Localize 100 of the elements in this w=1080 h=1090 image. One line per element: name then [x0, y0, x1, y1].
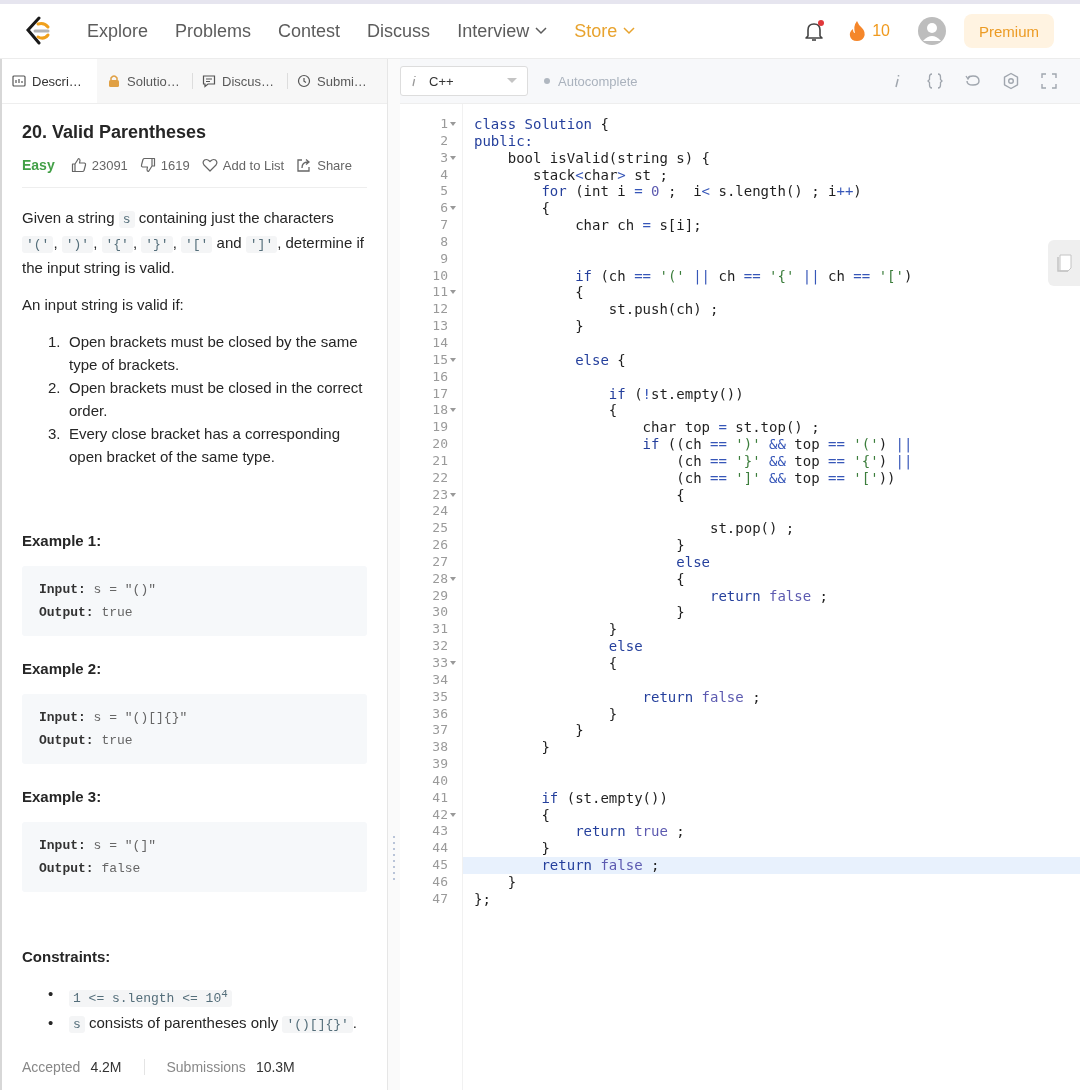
fold-caret-icon[interactable] — [450, 408, 456, 414]
line-number: 34 — [432, 671, 448, 689]
bullet: • — [48, 984, 55, 1004]
code-line: for (int i = 0 ; i< s.length() ; i++) — [540, 183, 863, 201]
list-number: 2. — [48, 378, 62, 398]
example-line: Input: s = "()[]{}" — [39, 709, 189, 727]
code-line: st.push(ch) ; — [607, 301, 720, 319]
line-number: 12 — [432, 301, 448, 319]
line-number: 11 — [432, 284, 448, 302]
line-number: 42 — [432, 806, 448, 824]
lock-icon — [107, 74, 121, 88]
line-number: 24 — [432, 503, 448, 521]
panel-tab[interactable]: Descri… — [2, 59, 97, 103]
code-line: { — [574, 284, 585, 302]
nav-link[interactable]: Interview — [457, 20, 548, 42]
nav-link[interactable]: Problems — [175, 20, 252, 42]
stat-value: 4.2M — [90, 1059, 122, 1076]
fold-caret-icon[interactable] — [450, 576, 456, 582]
share-icon — [296, 157, 313, 173]
line-number: 23 — [432, 486, 448, 504]
line-number: 4 — [440, 166, 448, 184]
fullscreen-icon[interactable] — [1040, 72, 1058, 90]
logo-icon[interactable] — [24, 16, 52, 46]
code-line: if (st.empty()) — [540, 789, 669, 807]
braces-icon[interactable] — [926, 72, 944, 90]
fold-caret-icon[interactable] — [450, 492, 456, 498]
fold-caret-icon[interactable] — [450, 122, 456, 127]
code-line: } — [607, 621, 619, 639]
resize-handle[interactable] — [392, 834, 396, 882]
example-title: Example 3: — [22, 788, 103, 805]
line-number: 46 — [432, 873, 448, 891]
language-select[interactable]: C++ — [400, 66, 528, 96]
example-line: Output: false — [39, 860, 142, 878]
side-panel-tab[interactable] — [1048, 240, 1080, 286]
nav-link[interactable]: Discuss — [367, 20, 431, 42]
line-number: 9 — [440, 250, 448, 268]
code-line: if (ch == '(' || ch == '{' || ch == '[') — [574, 267, 914, 285]
line-number: 19 — [432, 419, 448, 437]
avatar-icon[interactable] — [918, 17, 946, 45]
bullet: • — [48, 1013, 55, 1034]
example-title: Example 2: — [22, 660, 103, 677]
problem-title: 20. Valid Parentheses — [22, 122, 208, 143]
line-number: 13 — [432, 318, 448, 335]
stat-label: Accepted — [22, 1059, 81, 1076]
code-line: { — [607, 402, 619, 420]
line-number: 1 — [440, 116, 448, 133]
line-number: 16 — [432, 368, 448, 386]
chart-icon — [12, 74, 26, 88]
line-number: 31 — [432, 621, 448, 639]
fold-caret-icon[interactable] — [450, 290, 456, 296]
thumbs-up-icon — [70, 157, 87, 173]
italic-i-icon — [411, 75, 417, 87]
panel-tab[interactable]: Solutio… — [97, 59, 192, 103]
line-number: 10 — [432, 267, 448, 285]
panel-tab[interactable]: Submi… — [287, 59, 382, 103]
line-number: 39 — [432, 756, 448, 773]
add-to-list-button[interactable]: Add to List — [201, 157, 285, 173]
line-number: 45 — [432, 857, 448, 874]
line-number: 41 — [432, 789, 448, 807]
line-number: 20 — [432, 436, 448, 453]
fold-caret-icon[interactable] — [450, 661, 456, 666]
example-line: Input: s = "(]" — [39, 837, 158, 855]
fold-caret-icon[interactable] — [450, 155, 456, 161]
code-line: char top = st.top() ; — [641, 419, 821, 437]
nav-link[interactable]: Explore — [87, 20, 149, 42]
share-button[interactable]: Share — [296, 157, 352, 173]
fold-caret-icon[interactable] — [450, 357, 456, 363]
line-number: 33 — [432, 655, 448, 672]
rule-text: Every close bracket has a corresponding open bracket of the same type. — [69, 424, 341, 467]
rule-text: Open brackets must be closed in the correct order. — [69, 378, 364, 421]
code-line: return false ; — [641, 688, 762, 706]
settings-icon[interactable] — [1002, 72, 1020, 90]
code-line: } — [607, 705, 619, 723]
dislike-button[interactable]: 1619 — [139, 157, 190, 173]
dropdown-triangle-icon — [507, 78, 517, 84]
line-number: 18 — [432, 402, 448, 420]
line-number: 14 — [432, 334, 448, 352]
line-number: 15 — [432, 351, 448, 369]
fold-caret-icon[interactable] — [450, 206, 456, 212]
code-line: { — [675, 486, 686, 504]
code-line: if ((ch == ')' && top == '(') || — [641, 436, 914, 453]
clock-icon — [297, 74, 311, 88]
line-number: 2 — [440, 132, 448, 150]
bell-icon[interactable] — [804, 20, 825, 42]
nav-link[interactable]: Contest — [278, 20, 341, 42]
code-line: public: — [473, 132, 534, 150]
thumbs-down-icon — [139, 157, 156, 173]
code-line: st.pop() ; — [709, 520, 796, 538]
line-number: 47 — [432, 890, 448, 908]
code-line: } — [675, 537, 686, 554]
flame-icon[interactable] — [848, 20, 867, 42]
like-button[interactable]: 23091 — [70, 157, 128, 173]
code-line: { — [607, 655, 619, 672]
line-number: 38 — [432, 739, 448, 757]
fold-caret-icon[interactable] — [450, 812, 456, 818]
code-line: } — [574, 722, 585, 740]
panel-tab[interactable]: Discus… — [192, 59, 287, 103]
line-number: 29 — [432, 587, 448, 605]
line-number: 6 — [440, 200, 448, 218]
code-line: } — [540, 840, 551, 858]
